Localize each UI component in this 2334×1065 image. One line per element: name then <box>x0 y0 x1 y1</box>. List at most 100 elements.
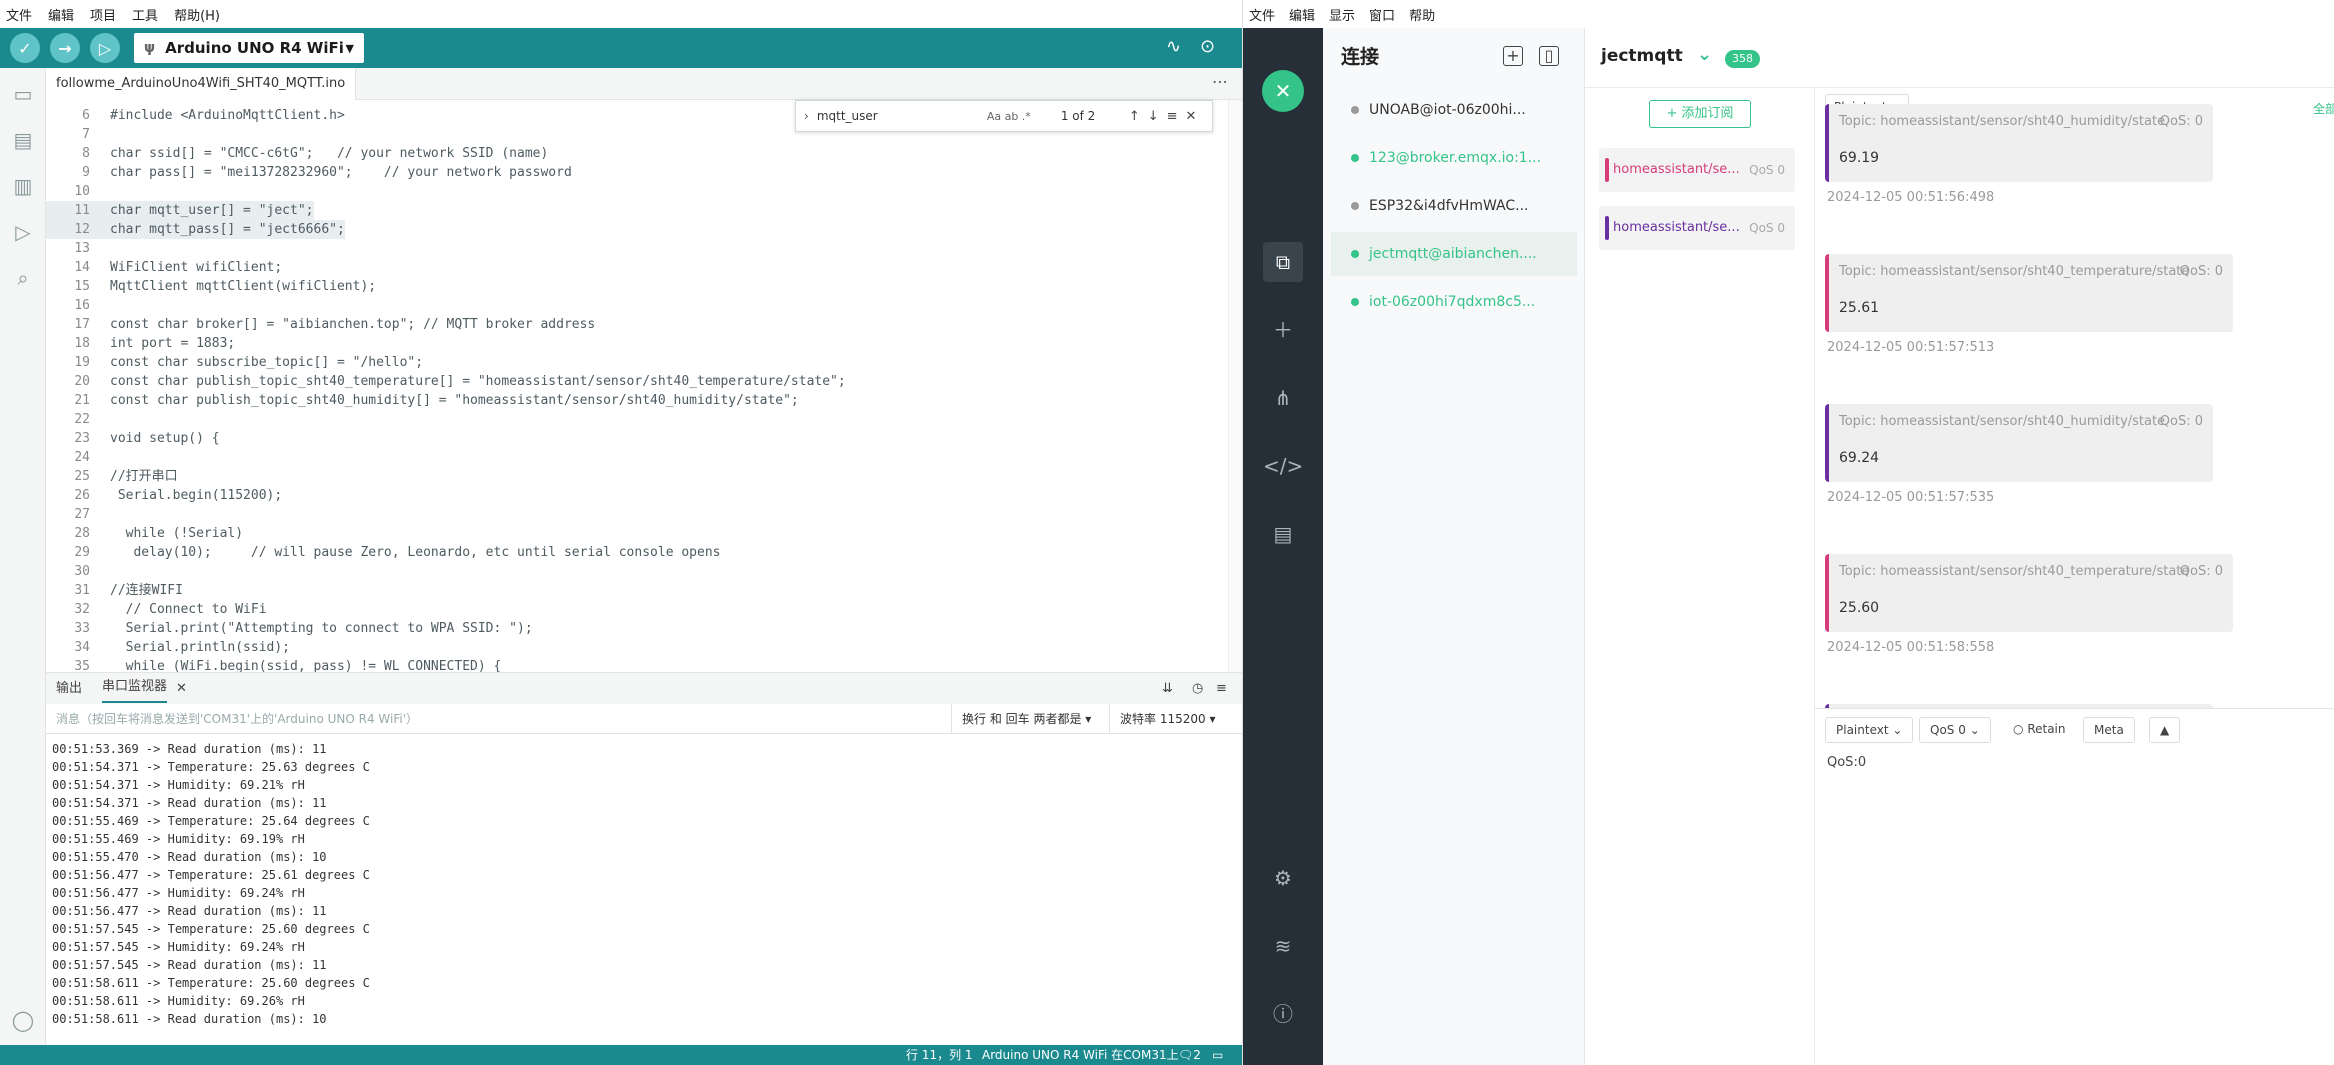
menu-window[interactable]: 窗口 <box>1369 5 1395 24</box>
code-line[interactable]: 32 // Connect to WiFi <box>46 600 266 619</box>
add-subscription-button[interactable]: + 添加订阅 <box>1649 100 1751 128</box>
board-selector[interactable]: ψ Arduino UNO R4 WiFi ▼ <box>134 33 364 63</box>
upload-button[interactable]: → <box>50 33 80 63</box>
menu-file[interactable]: 文件 <box>6 5 32 24</box>
code-line[interactable]: 26 Serial.begin(115200); <box>46 486 282 505</box>
menu-file[interactable]: 文件 <box>1249 5 1275 24</box>
menu-help[interactable]: 帮助 <box>1409 5 1435 24</box>
message-card[interactable]: Topic: homeassistant/sensor/sht40_temper… <box>1825 554 2233 632</box>
message-card[interactable]: Topic: homeassistant/sensor/sht40_humidi… <box>1825 104 2213 182</box>
line-ending-select[interactable]: 换行 和 回车 两者都是 ▾ <box>952 704 1110 734</box>
code-line[interactable]: 24 <box>46 448 110 467</box>
meta-button[interactable]: Meta <box>2083 717 2135 743</box>
connections-icon[interactable]: ⧉ <box>1263 242 1303 282</box>
message-card[interactable]: Topic: homeassistant/sensor/sht40_temper… <box>1825 254 2233 332</box>
connection-item[interactable]: UNOAB@iot-06z00hi... <box>1331 88 1577 132</box>
code-line[interactable]: 6 #include <ArduinoMqttClient.h> <box>46 106 345 125</box>
code-line[interactable]: 13 <box>46 239 110 258</box>
message-card[interactable]: Topic: homeassistant/sensor/sht40_humidi… <box>1825 404 2213 482</box>
connection-item[interactable]: jectmqtt@aibianchen.... <box>1331 232 1577 276</box>
menu-view[interactable]: 显示 <box>1329 5 1355 24</box>
serial-message-input[interactable]: 消息（按回车将消息发送到'COM31'上的'Arduino UNO R4 WiF… <box>46 704 952 734</box>
debug-button[interactable]: ▷ <box>90 33 120 63</box>
feed-icon[interactable]: ≋ <box>1263 926 1303 966</box>
chevron-right-icon[interactable]: › <box>804 109 809 123</box>
code-line[interactable]: 15 MqttClient mqttClient(wifiClient); <box>46 277 376 296</box>
code-line[interactable]: 14 WiFiClient wifiClient; <box>46 258 282 277</box>
code-line[interactable]: 21 const char publish_topic_sht40_humidit… <box>46 391 798 410</box>
retain-toggle[interactable]: ○ Retain <box>2003 717 2076 743</box>
sketchbook-folder-icon[interactable]: ▭ <box>11 82 35 106</box>
library-manager-icon[interactable]: ▥ <box>11 174 35 198</box>
boards-manager-icon[interactable]: ▤ <box>11 128 35 152</box>
code-line[interactable]: 29 delay(10); // will pause Zero, Leonar… <box>46 543 720 562</box>
new-connection-icon[interactable]: + <box>1503 46 1523 66</box>
code-line[interactable]: 25 //打开串口 <box>46 467 177 486</box>
code-line[interactable]: 18 int port = 1883; <box>46 334 235 353</box>
code-line[interactable]: 7 <box>46 125 110 144</box>
arrow-up-icon[interactable]: ↑ <box>1129 109 1140 124</box>
code-icon[interactable]: </> <box>1263 446 1303 486</box>
sidebar-toggle-icon[interactable]: ▯ <box>1539 46 1559 66</box>
menu-help[interactable]: 帮助(H) <box>174 5 220 24</box>
code-line[interactable]: 23 void setup() { <box>46 429 219 448</box>
file-tab[interactable]: followme_ArduinoUno4Wifi_SHT40_MQTT.ino <box>46 68 357 100</box>
code-line[interactable]: 8 char ssid[] = "CMCC-c6tG"; // your netw… <box>46 144 548 163</box>
notification-count[interactable]: 🗨 2 <box>1178 1045 1201 1065</box>
info-icon[interactable]: ⓘ <box>1263 994 1303 1034</box>
expand-button[interactable]: ▲ <box>2149 717 2181 743</box>
code-line[interactable]: 33 Serial.print("Attempting to connect t… <box>46 619 532 638</box>
code-line[interactable]: 11 char mqtt_user[] = "ject"; <box>46 201 314 220</box>
code-line[interactable]: 10 <box>46 182 110 201</box>
code-line[interactable]: 12 char mqtt_pass[] = "ject6666"; <box>46 220 345 239</box>
panel-toggle-icon[interactable]: ▭ <box>1212 1045 1223 1065</box>
topology-icon[interactable]: ⋔ <box>1263 378 1303 418</box>
menu-sketch[interactable]: 项目 <box>90 5 116 24</box>
find-selection-icon[interactable]: ≡ <box>1167 109 1178 124</box>
menu-edit[interactable]: 编辑 <box>48 5 74 24</box>
publish-qos-select[interactable]: QoS 0 ⌄ <box>1919 717 1991 743</box>
connection-item[interactable]: ESP32&i4dfvHmWAC... <box>1331 184 1577 228</box>
board-port-status[interactable]: Arduino UNO R4 WiFi 在COM31上 <box>982 1045 1179 1065</box>
code-line[interactable]: 27 <box>46 505 110 524</box>
menu-tools[interactable]: 工具 <box>132 5 158 24</box>
code-line[interactable]: 35 while (WiFi.begin(ssid, pass) != WL_C… <box>46 657 501 672</box>
find-input[interactable]: mqtt_user <box>817 109 987 123</box>
find-options[interactable]: Aa ab .* <box>987 110 1061 123</box>
code-line[interactable]: 34 Serial.println(ssid); <box>46 638 290 657</box>
verify-button[interactable]: ✓ <box>10 33 40 63</box>
account-icon[interactable]: ◯ <box>11 1008 35 1032</box>
code-line[interactable]: 31 //连接WIFI <box>46 581 183 600</box>
timestamp-icon[interactable]: ◷ <box>1192 673 1203 705</box>
close-icon[interactable]: ✕ <box>1186 109 1197 124</box>
tab-output[interactable]: 输出 <box>56 673 82 705</box>
subscription-item[interactable]: homeassistant/se... QoS 0 <box>1599 206 1795 250</box>
cursor-position[interactable]: 行 11，列 1 <box>906 1045 973 1065</box>
search-icon[interactable]: ⌕ <box>11 266 35 290</box>
arrow-down-icon[interactable]: ↓ <box>1148 109 1159 124</box>
close-icon[interactable]: ✕ <box>176 673 187 705</box>
log-icon[interactable]: ▤ <box>1263 514 1303 554</box>
serial-monitor-icon[interactable]: ⊙ <box>1200 36 1215 57</box>
code-line[interactable]: 17 const char broker[] = "aibianchen.top"… <box>46 315 595 334</box>
tab-serial-monitor[interactable]: 串口监视器 <box>102 673 168 703</box>
baud-rate-select[interactable]: 波特率 115200 ▾ <box>1110 704 1236 734</box>
gear-icon[interactable]: ⚙ <box>1263 858 1303 898</box>
connection-item[interactable]: 123@broker.emqx.io:1... <box>1331 136 1577 180</box>
autoscroll-icon[interactable]: ⇊ <box>1162 673 1173 705</box>
editor-scrollbar[interactable] <box>1228 100 1242 672</box>
publish-format-select[interactable]: Plaintext ⌄ <box>1825 717 1914 743</box>
menu-edit[interactable]: 编辑 <box>1289 5 1315 24</box>
code-line[interactable]: 19 const char subscribe_topic[] = "/hello… <box>46 353 423 372</box>
more-icon[interactable]: ⋯ <box>1212 72 1228 91</box>
code-line[interactable]: 28 while (!Serial) <box>46 524 243 543</box>
subscription-item[interactable]: homeassistant/se... QoS 0 <box>1599 148 1795 192</box>
code-editor[interactable]: 6 #include <ArduinoMqttClient.h> 7 8 char ss… <box>46 100 1228 672</box>
code-line[interactable]: 20 const char publish_topic_sht40_tempera… <box>46 372 845 391</box>
serial-plotter-icon[interactable]: ∿ <box>1166 36 1181 57</box>
code-line[interactable]: 22 <box>46 410 110 429</box>
chevron-double-down-icon[interactable]: ⌄ <box>1697 44 1712 65</box>
code-line[interactable]: 9 char pass[] = "mei13728232960"; // your… <box>46 163 572 182</box>
connection-item[interactable]: iot-06z00hi7qdxm8c5... <box>1331 280 1577 324</box>
code-line[interactable]: 30 <box>46 562 110 581</box>
